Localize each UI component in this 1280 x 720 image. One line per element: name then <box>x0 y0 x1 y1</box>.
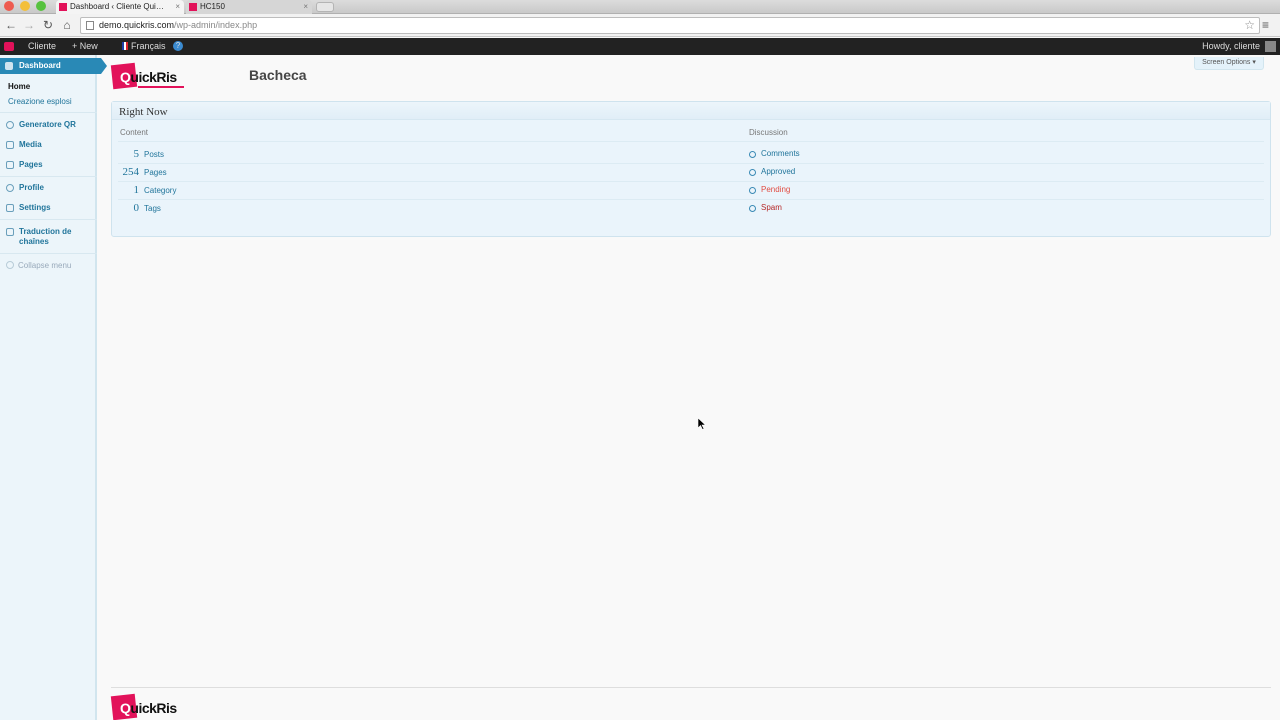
profile-icon <box>6 184 14 192</box>
spam-link[interactable]: Spam <box>761 203 782 212</box>
footer-divider <box>111 687 1271 688</box>
menu-item-media[interactable]: Media <box>0 140 97 150</box>
forward-icon[interactable]: → <box>22 18 36 32</box>
menu-separator <box>0 253 97 254</box>
menu-label: Profile <box>19 183 44 192</box>
menu-label: Generatore QR <box>19 120 76 129</box>
bookmark-star-icon[interactable]: ☆ <box>1244 18 1255 33</box>
menu-separator <box>0 112 97 113</box>
browser-tab-dashboard[interactable]: Dashboard ‹ Cliente Qui… × <box>56 0 184 14</box>
menu-item-pages[interactable]: Pages <box>0 160 97 170</box>
tab-title: Dashboard ‹ Cliente Qui… <box>70 2 164 11</box>
discussion-heading: Discussion <box>749 128 788 137</box>
logo-underline <box>138 86 184 88</box>
menu-item-dashboard[interactable]: Dashboard <box>0 58 107 74</box>
right-now-widget: Right Now Content Discussion 5 Posts Com… <box>111 101 1271 237</box>
widget-header[interactable]: Right Now <box>112 102 1270 120</box>
approved-count-badge[interactable] <box>749 169 756 176</box>
reload-icon[interactable]: ↻ <box>41 18 55 32</box>
menu-item-generatore-qr[interactable]: Generatore QR <box>0 120 97 130</box>
address-bar[interactable]: demo.quickris.com/wp-admin/index.php ☆ <box>80 17 1260 34</box>
browser-tab-bar: Dashboard ‹ Cliente Qui… × HC150 × <box>0 0 1280 14</box>
posts-count[interactable]: 5 <box>112 148 140 160</box>
french-flag-icon <box>122 42 128 50</box>
category-link[interactable]: Category <box>144 186 176 195</box>
favicon-icon <box>59 3 67 11</box>
menu-item-profile[interactable]: Profile <box>0 183 97 193</box>
screen-options-button[interactable]: Screen Options ▾ <box>1194 57 1264 70</box>
submenu-home[interactable]: Home <box>8 82 30 91</box>
tab-title: HC150 <box>200 2 225 11</box>
tags-link[interactable]: Tags <box>144 204 161 213</box>
browser-tab-hc150[interactable]: HC150 × <box>186 0 312 14</box>
row-divider <box>118 163 1264 164</box>
browser-menu-icon[interactable]: ≡ <box>1262 18 1274 32</box>
url-host: demo.quickris.com <box>99 20 175 30</box>
page-icon <box>86 21 94 30</box>
row-divider <box>118 199 1264 200</box>
menu-separator <box>0 176 97 177</box>
menu-label: Traduction de chaînes <box>19 227 72 246</box>
media-icon <box>6 141 14 149</box>
admin-bar-new-link[interactable]: + New <box>72 38 98 55</box>
page-title: Bacheca <box>249 67 307 83</box>
posts-link[interactable]: Posts <box>144 150 164 159</box>
close-tab-icon[interactable]: × <box>303 0 308 13</box>
logo-text: QuickRis <box>120 700 177 716</box>
close-window-icon[interactable] <box>4 1 14 11</box>
admin-bar-site-link[interactable]: Cliente <box>28 38 56 55</box>
pages-count[interactable]: 254 <box>112 166 140 178</box>
url-path: /wp-admin/index.php <box>174 20 258 30</box>
admin-sidebar: Dashboard Home Creazione esplosi Generat… <box>0 55 107 720</box>
mouse-cursor-icon <box>698 418 706 430</box>
pending-link[interactable]: Pending <box>761 185 790 194</box>
new-tab-button[interactable] <box>316 2 334 12</box>
language-label: Français <box>131 41 166 51</box>
menu-item-settings[interactable]: Settings <box>0 203 97 213</box>
maximize-window-icon[interactable] <box>36 1 46 11</box>
admin-bar-language[interactable]: Français <box>122 38 166 55</box>
comments-link[interactable]: Comments <box>761 149 800 158</box>
content-heading: Content <box>120 128 149 137</box>
submenu-creazione-esplosi[interactable]: Creazione esplosi <box>8 97 72 106</box>
category-count[interactable]: 1 <box>112 184 140 196</box>
back-icon[interactable]: ← <box>4 18 18 32</box>
collapse-label: Collapse menu <box>18 261 72 270</box>
row-divider <box>118 141 1264 142</box>
footer-quickris-logo: QuickRis <box>110 693 186 720</box>
collapse-menu-button[interactable]: Collapse menu <box>6 261 71 270</box>
spam-count-badge[interactable] <box>749 205 756 212</box>
menu-label: Media <box>19 140 42 149</box>
dashboard-icon <box>5 62 13 70</box>
row-divider <box>118 181 1264 182</box>
menu-label: Dashboard <box>19 61 61 70</box>
quickris-logo: QuickRis <box>110 62 186 90</box>
menu-label: Settings <box>19 203 51 212</box>
menu-separator <box>0 219 97 220</box>
approved-link[interactable]: Approved <box>761 167 795 176</box>
tags-count[interactable]: 0 <box>112 202 140 214</box>
collapse-icon <box>6 261 14 269</box>
favicon-icon <box>189 3 197 11</box>
translation-icon <box>6 228 14 236</box>
admin-bar-howdy[interactable]: Howdy, cliente <box>1202 38 1260 55</box>
pages-link[interactable]: Pages <box>144 168 167 177</box>
comments-count-badge[interactable] <box>749 151 756 158</box>
widget-title: Right Now <box>119 106 168 118</box>
settings-icon <box>6 204 14 212</box>
logo-text: QuickRis <box>120 69 177 85</box>
close-tab-icon[interactable]: × <box>175 0 180 13</box>
menu-item-traduction[interactable]: Traduction de chaînes <box>0 227 97 247</box>
home-icon[interactable]: ⌂ <box>60 18 74 32</box>
site-logo-icon[interactable] <box>4 42 14 51</box>
menu-label: Pages <box>19 160 43 169</box>
browser-toolbar: ← → ↻ ⌂ demo.quickris.com/wp-admin/index… <box>0 14 1280 37</box>
qr-icon <box>6 121 14 129</box>
help-icon[interactable]: ? <box>173 41 183 51</box>
pending-count-badge[interactable] <box>749 187 756 194</box>
pages-icon <box>6 161 14 169</box>
avatar[interactable] <box>1265 41 1276 52</box>
minimize-window-icon[interactable] <box>20 1 30 11</box>
wp-admin-bar: Cliente + New Français ? Howdy, cliente <box>0 38 1280 55</box>
